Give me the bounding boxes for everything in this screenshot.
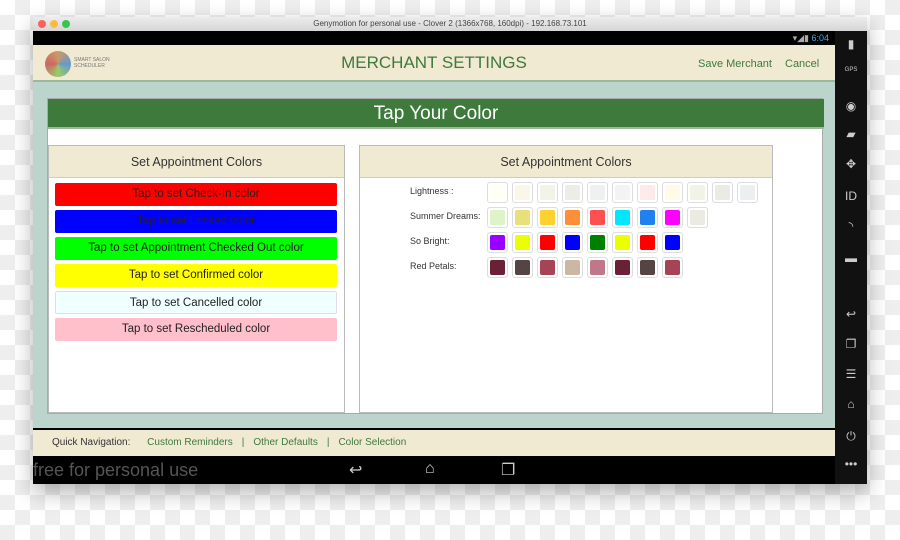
color-swatch[interactable] [487,257,508,278]
home-icon[interactable]: ⌂ [425,460,435,478]
set-color-button[interactable]: Tap to set Rescheduled color [55,318,337,341]
color-swatch[interactable] [537,207,558,228]
divider: | [241,437,245,448]
set-color-button[interactable]: Tap to set Confirmed color [55,264,337,287]
palette-label: So Bright: [410,236,450,246]
set-color-button[interactable]: Tap to set Locked color [55,210,337,233]
back-icon[interactable]: ↩ [349,460,362,480]
left-panel: Set Appointment Colors Tap to set Check-… [48,145,345,413]
color-swatch[interactable] [512,232,533,253]
color-swatch[interactable] [487,232,508,253]
wifi-icon: ▾◢▮ [792,33,812,43]
color-swatch[interactable] [712,182,733,203]
recent-apps-icon[interactable]: ❐ [835,337,867,351]
palette-label: Red Petals: [410,261,457,271]
color-card: Tap Your Color Set Appointment Colors Ta… [47,98,824,414]
color-swatch[interactable] [587,207,608,228]
camera-icon[interactable]: ◉ [835,99,867,113]
color-swatch[interactable] [637,232,658,253]
divider: | [326,437,330,448]
id-icon[interactable]: ID [835,189,867,203]
color-swatch[interactable] [562,257,583,278]
rss-icon[interactable]: ◝ [835,219,867,233]
color-swatch[interactable] [662,182,683,203]
power-icon[interactable]: ⏻ [835,429,867,444]
banner-title: Tap Your Color [48,99,824,129]
color-swatch[interactable] [612,257,633,278]
nav-custom-reminders[interactable]: Custom Reminders [147,437,233,448]
status-bar: ▾◢▮ 6:04 [33,31,835,45]
color-swatch[interactable] [587,182,608,203]
color-swatch[interactable] [687,182,708,203]
palette-label: Lightness : [410,186,454,196]
clapper-icon[interactable]: ▰ [835,127,867,141]
cancel-button[interactable]: Cancel [785,58,819,70]
color-swatch[interactable] [587,232,608,253]
color-swatch[interactable] [662,232,683,253]
recent-apps-icon[interactable]: ❐ [501,460,515,480]
left-panel-title: Set Appointment Colors [49,146,344,178]
color-swatch[interactable] [637,182,658,203]
nav-color-selection[interactable]: Color Selection [338,437,406,448]
status-time: 6:04 [811,33,829,43]
color-swatch[interactable] [612,182,633,203]
home-icon[interactable]: ⌂ [835,397,867,411]
color-swatch[interactable] [562,182,583,203]
color-swatch[interactable] [537,232,558,253]
color-swatch[interactable] [587,257,608,278]
set-color-button[interactable]: Tap to set Check-In color [55,183,337,206]
android-nav-bar: free for personal use ↩ ⌂ ❐ [33,456,835,484]
color-swatch[interactable] [562,207,583,228]
color-swatch[interactable] [612,207,633,228]
minimize-button[interactable] [50,20,58,28]
color-swatch[interactable] [662,207,683,228]
app-header: SMART SALON SCHEDULER MERCHANT SETTINGS … [33,45,835,82]
color-swatch[interactable] [512,207,533,228]
color-swatch[interactable] [562,232,583,253]
right-panel: Set Appointment Colors Lightness : Summer… [359,145,773,413]
right-panel-title: Set Appointment Colors [360,146,772,178]
battery-icon[interactable]: ▮ [835,37,867,51]
window-titlebar: Genymotion for personal use - Clover 2 (… [33,17,867,31]
emulator-window: Genymotion for personal use - Clover 2 (… [33,17,867,484]
color-swatch[interactable] [662,257,683,278]
quick-navigation: Quick Navigation: Custom Reminders | Other… [33,430,835,456]
color-swatch[interactable] [512,257,533,278]
set-color-button[interactable]: Tap to set Appointment Checked Out color [55,237,337,260]
dpad-icon[interactable]: ✥ [835,157,867,171]
color-swatch[interactable] [512,182,533,203]
maximize-button[interactable] [62,20,70,28]
quick-nav-label: Quick Navigation: [52,437,131,448]
sms-icon[interactable]: ▬ [835,251,867,265]
color-swatch[interactable] [487,182,508,203]
emulator-sidebar: ▮ GPS ◉ ▰ ✥ ID ◝ ▬ ↩ ❐ ☰ ⌂ ⏻ ••• [835,31,867,484]
color-swatch[interactable] [537,182,558,203]
save-merchant-button[interactable]: Save Merchant [698,58,772,70]
color-swatch[interactable] [487,207,508,228]
color-swatch[interactable] [687,207,708,228]
nav-other-defaults[interactable]: Other Defaults [253,437,317,448]
content-area: Tap Your Color Set Appointment Colors Ta… [33,82,835,428]
gps-icon[interactable]: GPS [835,67,867,73]
window-title: Genymotion for personal use - Clover 2 (… [313,19,587,28]
color-swatch[interactable] [737,182,758,203]
color-swatch[interactable] [637,207,658,228]
close-button[interactable] [38,20,46,28]
watermark: free for personal use [33,460,199,480]
more-icon[interactable]: ••• [835,457,867,471]
back-icon[interactable]: ↩ [835,307,867,321]
color-swatch[interactable] [537,257,558,278]
menu-icon[interactable]: ☰ [835,367,867,381]
palette-label: Summer Dreams: [410,211,481,221]
set-color-button[interactable]: Tap to set Cancelled color [55,291,337,314]
color-swatch[interactable] [637,257,658,278]
color-swatch[interactable] [612,232,633,253]
